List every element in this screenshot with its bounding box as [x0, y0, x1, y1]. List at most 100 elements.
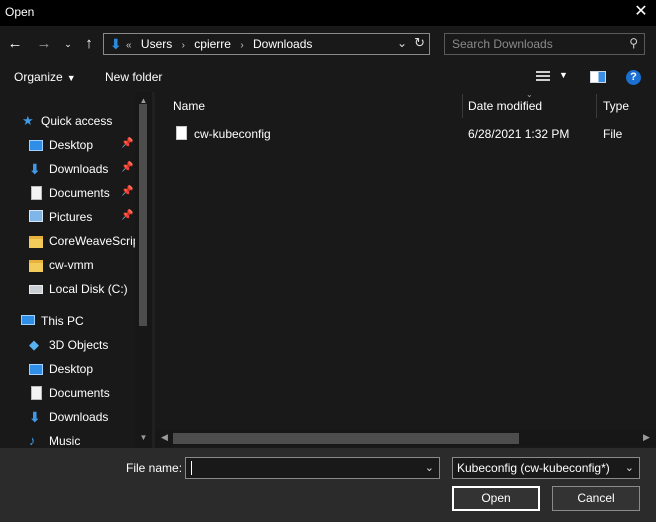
pin-icon: 📌 — [121, 210, 134, 221]
folder-icon — [29, 236, 43, 248]
nav-item-local-disk[interactable]: Local Disk (C:) — [0, 277, 135, 301]
nav-item-label: Desktop — [49, 138, 94, 152]
text-cursor — [191, 461, 192, 475]
file-name-dropdown-chevron-icon[interactable]: ⌄ — [425, 461, 434, 474]
file-type-select[interactable]: Kubeconfig (cw-kubeconfig*) ⌄ — [452, 457, 640, 479]
organize-label: Organize — [14, 70, 63, 84]
3d-objects-icon: ◆ — [29, 337, 39, 352]
breadcrumb-separator-icon[interactable]: › — [240, 40, 243, 51]
documents-icon — [31, 386, 42, 400]
nav-quick-access-label: Quick access — [41, 114, 113, 128]
nav-quick-access[interactable]: ★ Quick access — [0, 109, 135, 133]
nav-item-label: Downloads — [49, 410, 109, 424]
dialog-footer: File name: ⌄ Kubeconfig (cw-kubeconfig*)… — [0, 448, 656, 522]
download-arrow-icon: ⬇ — [29, 409, 41, 425]
nav-item-coreweavescrip[interactable]: CoreWeaveScrip — [0, 229, 135, 253]
organize-button[interactable]: Organize ▼ — [14, 70, 76, 84]
column-header-date-modified[interactable]: Date modified — [468, 99, 542, 113]
table-row[interactable]: cw-kubeconfig 6/28/2021 1:32 PM File — [172, 124, 656, 144]
nav-item-label: Documents — [49, 386, 110, 400]
nav-item-cw-vmm[interactable]: cw-vmm — [0, 253, 135, 277]
file-list-horizontal-scrollbar[interactable]: ◀ ▶ — [155, 430, 656, 447]
nav-item-desktop[interactable]: Desktop 📌 — [0, 133, 135, 157]
file-type-value: Kubeconfig (cw-kubeconfig*) — [457, 461, 610, 475]
scroll-right-icon[interactable]: ▶ — [643, 432, 650, 443]
address-dropdown-chevron-icon[interactable]: ⌄ — [397, 36, 407, 50]
breadcrumb: « Users › cpierre › Downloads — [126, 37, 318, 51]
nav-item-3d-objects[interactable]: ◆ 3D Objects — [0, 333, 135, 357]
pictures-icon — [29, 210, 43, 222]
refresh-icon[interactable]: ↻ — [414, 35, 425, 51]
sort-chevron-icon: ⌄ — [526, 90, 533, 99]
file-type-chevron-icon: ⌄ — [624, 462, 634, 474]
address-bar[interactable]: ⬇ « Users › cpierre › Downloads ⌄ ↻ — [103, 33, 430, 55]
download-arrow-icon: ⬇ — [29, 161, 41, 177]
column-header-name[interactable]: Name — [173, 99, 205, 113]
search-input[interactable] — [452, 37, 622, 51]
breadcrumb-users[interactable]: Users — [141, 37, 172, 51]
nav-item-label: CoreWeaveScrip — [49, 234, 135, 248]
back-arrow-icon[interactable]: ← — [5, 35, 25, 53]
star-icon: ★ — [22, 113, 34, 128]
column-divider[interactable] — [596, 94, 597, 118]
nav-item-documents[interactable]: Documents 📌 — [0, 181, 135, 205]
scroll-down-icon[interactable]: ▼ — [135, 433, 152, 442]
open-button[interactable]: Open — [452, 486, 540, 511]
up-arrow-icon[interactable]: ↑ — [79, 35, 99, 53]
downloads-location-icon: ⬇ — [110, 36, 122, 52]
breadcrumb-cpierre[interactable]: cpierre — [194, 37, 231, 51]
cancel-button[interactable]: Cancel — [552, 486, 640, 511]
nav-item-label: Documents — [49, 186, 110, 200]
forward-arrow-icon[interactable]: → — [34, 35, 54, 53]
nav-this-pc-label: This PC — [41, 314, 84, 328]
preview-pane-icon[interactable] — [590, 71, 606, 83]
recent-locations-chevron-icon[interactable]: ⌄ — [58, 35, 78, 53]
this-pc-icon — [21, 315, 35, 325]
close-icon[interactable]: ✕ — [626, 0, 656, 26]
nav-item-downloads[interactable]: ⬇ Downloads 📌 — [0, 157, 135, 181]
navigation-scrollbar[interactable]: ▲ ▼ — [135, 92, 152, 448]
file-name: cw-kubeconfig — [194, 127, 271, 141]
search-box[interactable]: ⚲ — [444, 33, 645, 55]
nav-item-pc-desktop[interactable]: Desktop — [0, 357, 135, 381]
nav-item-pc-documents[interactable]: Documents — [0, 381, 135, 405]
file-icon — [176, 126, 187, 140]
column-header-row: Name ⌄ Date modified Type — [155, 90, 656, 120]
desktop-icon — [29, 364, 43, 375]
desktop-icon — [29, 140, 43, 151]
documents-icon — [31, 186, 42, 200]
breadcrumb-separator-icon[interactable]: › — [182, 40, 185, 51]
nav-item-pictures[interactable]: Pictures 📌 — [0, 205, 135, 229]
drive-icon — [29, 285, 43, 294]
nav-item-label: Local Disk (C:) — [49, 282, 128, 296]
column-divider[interactable] — [462, 94, 463, 118]
nav-item-label: Downloads — [49, 162, 109, 176]
navigation-pane: ★ Quick access Desktop 📌 ⬇ Downloads 📌 D… — [0, 92, 152, 448]
file-name-label: File name: — [126, 461, 183, 475]
organize-dropdown-icon: ▼ — [66, 73, 76, 83]
music-icon: ♪ — [29, 433, 36, 448]
search-icon[interactable]: ⚲ — [629, 36, 638, 50]
column-header-type[interactable]: Type — [603, 99, 629, 113]
nav-item-label: Music — [49, 434, 81, 448]
folder-icon — [29, 260, 43, 272]
new-folder-button[interactable]: New folder — [105, 70, 162, 84]
nav-this-pc[interactable]: This PC — [0, 309, 135, 333]
title-bar: Open ✕ — [0, 0, 656, 26]
file-date-modified: 6/28/2021 1:32 PM — [468, 127, 570, 141]
nav-item-pc-downloads[interactable]: ⬇ Downloads — [0, 405, 135, 429]
change-view-icon[interactable] — [536, 71, 550, 82]
file-name-field[interactable]: ⌄ — [185, 457, 440, 479]
breadcrumb-overflow[interactable]: « — [126, 40, 132, 51]
scroll-left-icon[interactable]: ◀ — [161, 432, 168, 443]
file-list: Name ⌄ Date modified Type cw-kubeconfig … — [155, 90, 656, 448]
nav-item-music[interactable]: ♪ Music — [0, 429, 135, 449]
file-type: File — [603, 127, 623, 141]
horizontal-scrollbar-thumb[interactable] — [173, 433, 519, 444]
navigation-scrollbar-thumb[interactable] — [139, 104, 147, 326]
view-options-dropdown-icon[interactable]: ▼ — [559, 70, 568, 80]
pin-icon: 📌 — [121, 186, 134, 197]
pin-icon: 📌 — [121, 162, 134, 173]
help-icon[interactable]: ? — [626, 70, 641, 85]
breadcrumb-downloads[interactable]: Downloads — [253, 37, 312, 51]
